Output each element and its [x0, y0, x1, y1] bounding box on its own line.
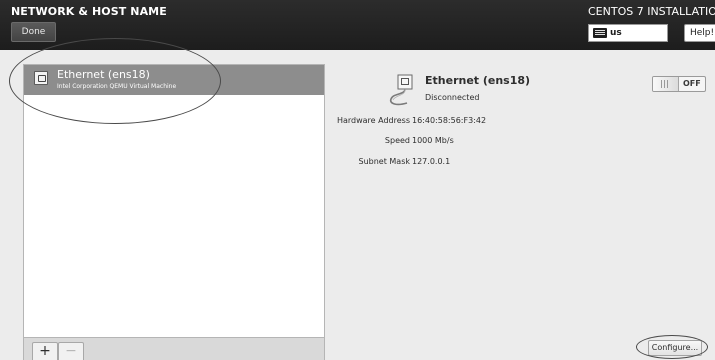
- speed-label: Speed: [384, 136, 410, 145]
- annotation-ellipse-configure: [636, 335, 708, 359]
- hardware-address-label: Hardware Address: [336, 116, 410, 125]
- annotation-ellipse-device: [9, 38, 221, 124]
- keyboard-layout-label: us: [610, 28, 622, 38]
- connection-toggle[interactable]: OFF: [652, 76, 706, 92]
- detail-device-name: Ethernet (ens18): [425, 74, 531, 87]
- toggle-state-label: OFF: [683, 79, 701, 88]
- subnet-mask-value: 127.0.0.1: [412, 157, 451, 166]
- add-device-button[interactable]: +: [32, 342, 58, 360]
- product-title: CENTOS 7 INSTALLATION: [588, 5, 715, 18]
- toggle-knob: [653, 77, 679, 91]
- keyboard-icon: [593, 28, 607, 38]
- remove-device-button[interactable]: −: [58, 342, 84, 360]
- keyboard-layout-indicator[interactable]: us: [588, 24, 668, 42]
- done-button[interactable]: Done: [11, 22, 56, 42]
- speed-value: 1000 Mb/s: [412, 136, 454, 145]
- subnet-mask-label: Subnet Mask: [358, 157, 410, 166]
- help-button[interactable]: Help!: [684, 24, 715, 42]
- connection-status: Disconnected: [425, 93, 480, 102]
- ethernet-cable-icon: [389, 74, 413, 106]
- page-title: NETWORK & HOST NAME: [11, 5, 167, 18]
- hardware-address-value: 16:40:58:56:F3:42: [412, 116, 487, 125]
- device-list-toolbar: + −: [24, 337, 324, 360]
